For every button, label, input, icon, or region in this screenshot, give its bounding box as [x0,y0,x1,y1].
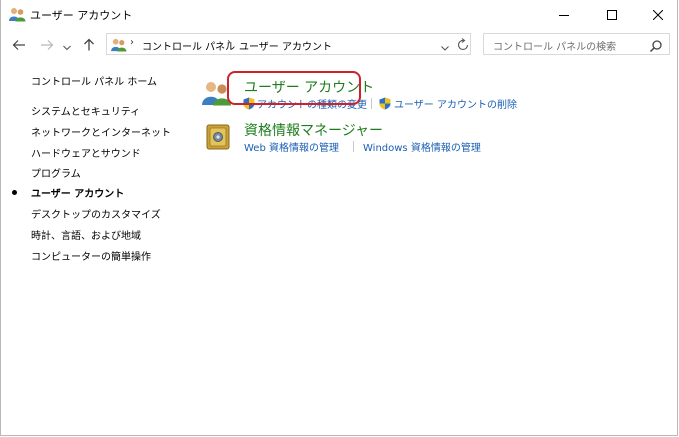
minimize-icon [559,10,569,20]
minimize-button[interactable] [541,0,587,30]
vault-icon[interactable] [206,124,230,154]
refresh-icon [457,37,470,56]
maximize-icon [607,10,617,20]
back-arrow-icon [12,36,26,55]
left-pane-network-internet[interactable]: ネットワークとインターネット [31,124,171,139]
maximize-button[interactable] [589,0,635,30]
left-pane-user-accounts[interactable]: ユーザー アカウント [31,185,124,200]
window: ユーザー アカウント › コントロール パネル › ユーザー アカウント コント… [0,0,678,436]
search-placeholder: コントロール パネルの検索 [493,42,617,53]
title-bar: ユーザー アカウント [1,0,677,30]
window-title: ユーザー アカウント [30,9,133,22]
highlight-annotation [227,71,361,105]
link-separator [353,141,354,152]
search-input[interactable]: コントロール パネルの検索 [483,33,670,55]
breadcrumb-control-panel[interactable]: コントロール パネル [142,38,235,53]
left-pane-programs[interactable]: プログラム [31,165,81,180]
uac-shield-icon [379,95,391,110]
users-icon [111,37,127,52]
users-icon [9,7,26,22]
left-pane-ease-of-access[interactable]: コンピューターの簡単操作 [31,248,151,263]
left-pane-control-panel-home[interactable]: コントロール パネル ホーム [31,73,157,88]
forward-arrow-icon [40,36,54,55]
up-arrow-icon [83,36,95,55]
chevron-right-icon: › [227,37,231,48]
left-pane-hardware-sound[interactable]: ハードウェアとサウンド [31,145,141,160]
manage-windows-credentials-link[interactable]: Windows 資格情報の管理 [363,139,481,154]
category-credential-manager-title[interactable]: 資格情報マネージャー [244,120,383,140]
back-button[interactable] [11,38,27,52]
close-icon [653,10,663,20]
up-button[interactable] [81,38,97,52]
refresh-button[interactable] [457,37,470,51]
breadcrumb-user-accounts[interactable]: ユーザー アカウント [239,38,332,53]
remove-user-accounts-link[interactable]: ユーザー アカウントの削除 [394,96,517,111]
chevron-down-icon [63,36,71,55]
left-pane-clock-language-region[interactable]: 時計、言語、および地域 [31,227,141,242]
close-button[interactable] [635,0,679,30]
link-separator [371,98,372,109]
left-pane-system-security[interactable]: システムとセキュリティ [31,103,140,118]
address-dropdown-button[interactable] [440,38,452,51]
address-bar[interactable]: › コントロール パネル › ユーザー アカウント [106,33,471,55]
search-icon[interactable] [649,38,663,53]
manage-web-credentials-link[interactable]: Web 資格情報の管理 [244,139,339,154]
recent-locations-button[interactable] [61,38,73,52]
left-pane-desktop-customization[interactable]: デスクトップのカスタマイズ [31,206,161,221]
chevron-right-icon: › [130,37,134,48]
chevron-down-icon [440,38,450,57]
current-item-bullet [12,190,17,195]
forward-button[interactable] [39,38,55,52]
